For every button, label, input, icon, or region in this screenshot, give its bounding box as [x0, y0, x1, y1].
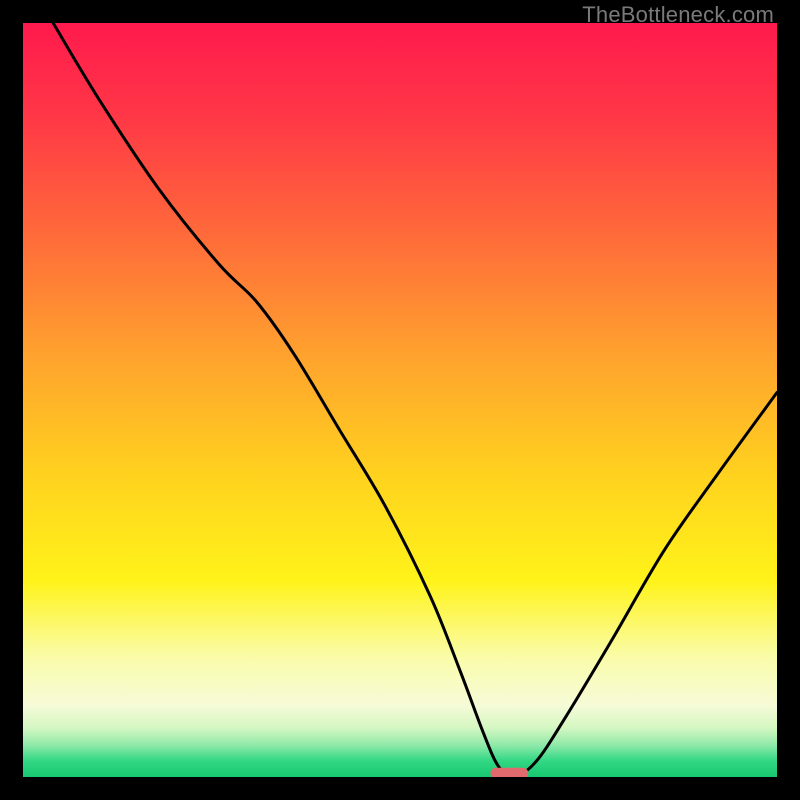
- optimal-range-marker: [490, 768, 528, 777]
- watermark-text: TheBottleneck.com: [582, 2, 774, 28]
- bottleneck-chart: [23, 23, 777, 777]
- chart-frame: [23, 23, 777, 777]
- chart-background: [23, 23, 777, 777]
